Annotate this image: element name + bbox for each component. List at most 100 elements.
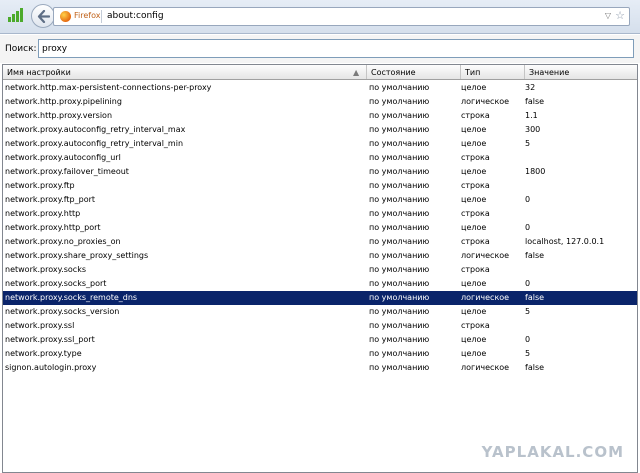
pref-name-cell: network.proxy.autoconfig_retry_interval_…	[5, 125, 186, 134]
pref-value-cell: false	[525, 363, 545, 372]
pref-value-cell: 5	[525, 307, 531, 316]
table-body: network.http.max-persistent-connections-…	[3, 81, 637, 375]
pref-status-cell: по умолчанию	[369, 83, 430, 92]
pref-name-cell: network.proxy.ssl_port	[5, 335, 95, 344]
column-header-status[interactable]: Состояние	[367, 65, 461, 79]
pref-type-cell: целое	[461, 139, 487, 148]
pref-type-cell: логическое	[461, 251, 510, 260]
pref-name-cell: network.proxy.ftp	[5, 181, 75, 190]
table-row[interactable]: network.proxy.share_proxy_settings по умо…	[3, 249, 637, 263]
table-row[interactable]: network.proxy.autoconfig_retry_interval_…	[3, 137, 637, 151]
pref-name-cell: network.proxy.no_proxies_on	[5, 237, 121, 246]
pref-name-cell: signon.autologin.proxy	[5, 363, 97, 372]
back-button[interactable]	[31, 4, 55, 28]
table-row[interactable]: network.proxy.socks_version по умолчанию ц…	[3, 305, 637, 319]
pref-value-cell: 0	[525, 223, 531, 232]
pref-status-cell: по умолчанию	[369, 335, 430, 344]
url-text[interactable]: about:config	[107, 11, 164, 21]
pref-status-cell: по умолчанию	[369, 209, 430, 218]
pref-type-cell: целое	[461, 83, 487, 92]
search-input[interactable]	[38, 39, 634, 58]
pref-name-cell: network.proxy.socks_remote_dns	[5, 293, 138, 302]
pref-type-cell: строка	[461, 209, 490, 218]
table-row[interactable]: network.proxy.ssl по умолчанию строка	[3, 319, 637, 333]
column-header-value[interactable]: Значение	[525, 65, 637, 79]
column-header-type[interactable]: Тип	[461, 65, 525, 79]
url-bar[interactable]: Firefox about:config ▽ ☆	[53, 7, 630, 26]
pref-value-cell: 1.1	[525, 111, 538, 120]
pref-value-cell: 0	[525, 335, 531, 344]
pref-type-cell: целое	[461, 307, 487, 316]
pref-type-cell: целое	[461, 349, 487, 358]
pref-name-cell: network.proxy.http_port	[5, 223, 101, 232]
table-row[interactable]: network.proxy.socks_remote_dns по умолчан…	[3, 291, 637, 305]
pref-value-cell: 300	[525, 125, 541, 134]
table-row[interactable]: network.proxy.socks по умолчанию строка	[3, 263, 637, 277]
pref-name-cell: network.http.proxy.version	[5, 111, 113, 120]
pref-status-cell: по умолчанию	[369, 181, 430, 190]
watermark: YAPLAKAL.COM	[481, 443, 624, 461]
table-row[interactable]: network.proxy.ftp по умолчанию строка	[3, 179, 637, 193]
pref-status-cell: по умолчанию	[369, 97, 430, 106]
firefox-logo-icon	[60, 11, 71, 22]
pref-value-cell: false	[525, 251, 545, 260]
table-row[interactable]: network.proxy.type по умолчанию целое 5	[3, 347, 637, 361]
identity-label[interactable]: Firefox	[74, 11, 100, 20]
pref-value-cell	[525, 151, 635, 165]
preferences-table: Имя настройки ▲ Состояние Тип Значение n…	[2, 64, 638, 473]
pref-status-cell: по умолчанию	[369, 195, 430, 204]
pref-status-cell: по умолчанию	[369, 125, 430, 134]
pref-value-cell: false	[525, 293, 545, 302]
pref-name-cell: network.proxy.type	[5, 349, 82, 358]
pref-value-cell	[525, 263, 635, 277]
table-row[interactable]: network.http.proxy.pipelining по умолчани…	[3, 95, 637, 109]
table-row[interactable]: network.http.proxy.version по умолчанию ст…	[3, 109, 637, 123]
pref-name-cell: network.proxy.autoconfig_retry_interval_…	[5, 139, 184, 148]
pref-type-cell: строка	[461, 265, 490, 274]
search-label: Поиск:	[5, 44, 37, 54]
pref-type-cell: целое	[461, 223, 487, 232]
table-row[interactable]: network.http.max-persistent-connections-…	[3, 81, 637, 95]
pref-value-cell: localhost, 127.0.0.1	[525, 237, 605, 246]
pref-name-cell: network.proxy.autoconfig_url	[5, 153, 121, 162]
sort-up-icon: ▲	[353, 68, 360, 77]
table-row[interactable]: network.proxy.socks_port по умолчанию цело…	[3, 277, 637, 291]
table-row[interactable]: network.proxy.no_proxies_on по умолчанию с…	[3, 235, 637, 249]
pref-status-cell: по умолчанию	[369, 167, 430, 176]
pref-value-cell: 5	[525, 139, 531, 148]
table-header: Имя настройки ▲ Состояние Тип Значение	[3, 65, 637, 80]
pref-name-cell: network.proxy.failover_timeout	[5, 167, 129, 176]
table-row[interactable]: network.proxy.autoconfig_retry_interval_…	[3, 123, 637, 137]
pref-status-cell: по умолчанию	[369, 293, 430, 302]
pref-type-cell: целое	[461, 125, 487, 134]
pref-name-cell: network.proxy.share_proxy_settings	[5, 251, 149, 260]
table-row[interactable]: network.proxy.http_port по умолчанию целое…	[3, 221, 637, 235]
pref-type-cell: строка	[461, 321, 490, 330]
pref-name-cell: network.proxy.socks_version	[5, 307, 120, 316]
table-row[interactable]: network.proxy.failover_timeout по умолчан…	[3, 165, 637, 179]
star-icon[interactable]: ☆	[615, 9, 625, 22]
url-divider	[101, 10, 102, 23]
pref-status-cell: по умолчанию	[369, 223, 430, 232]
pref-status-cell: по умолчанию	[369, 363, 430, 372]
pref-type-cell: целое	[461, 335, 487, 344]
pref-value-cell	[525, 207, 635, 221]
pref-status-cell: по умолчанию	[369, 307, 430, 316]
pref-status-cell: по умолчанию	[369, 279, 430, 288]
table-row[interactable]: network.proxy.ssl_port по умолчанию целое 0	[3, 333, 637, 347]
table-row[interactable]: network.proxy.autoconfig_url по умолчанию…	[3, 151, 637, 165]
table-row[interactable]: signon.autologin.proxy по умолчанию логиче…	[3, 361, 637, 375]
pref-status-cell: по умолчанию	[369, 349, 430, 358]
pref-status-cell: по умолчанию	[369, 251, 430, 260]
pref-value-cell	[525, 319, 635, 333]
column-header-name[interactable]: Имя настройки	[3, 65, 367, 79]
table-row[interactable]: network.proxy.ftp_port по умолчанию целое 0	[3, 193, 637, 207]
navigation-toolbar: Firefox about:config ▽ ☆	[0, 0, 640, 34]
pref-name-cell: network.proxy.http	[5, 209, 81, 218]
pref-status-cell: по умолчанию	[369, 237, 430, 246]
pref-name-cell: network.proxy.ssl	[5, 321, 75, 330]
table-row[interactable]: network.proxy.http по умолчанию строка	[3, 207, 637, 221]
chevron-down-icon[interactable]: ▽	[605, 11, 611, 20]
pref-value-cell: 32	[525, 83, 536, 92]
pref-name-cell: network.proxy.ftp_port	[5, 195, 96, 204]
